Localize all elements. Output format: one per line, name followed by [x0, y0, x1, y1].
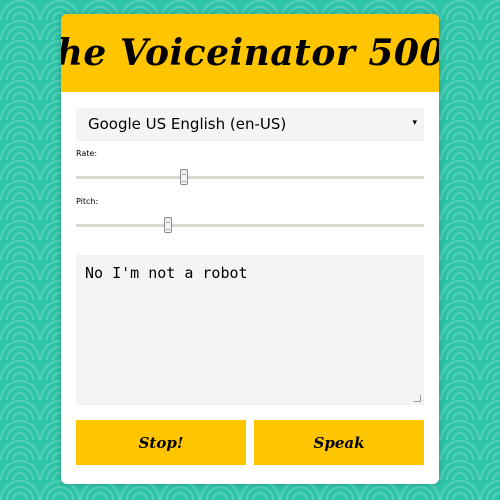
- chevron-down-icon: ▾: [412, 118, 417, 128]
- header: The Voiceinator 5000: [61, 14, 439, 92]
- app-title: The Voiceinator 5000: [61, 32, 439, 74]
- voice-select-value: Google US English (en-US): [88, 115, 287, 133]
- pitch-slider[interactable]: [76, 213, 424, 237]
- rate-slider[interactable]: [76, 165, 424, 189]
- stop-button[interactable]: Stop!: [76, 420, 246, 465]
- controls: Google US English (en-US) ▾ Rate: Pitch:…: [61, 92, 439, 465]
- speech-text-value: No I'm not a robot: [85, 264, 248, 282]
- pitch-label: Pitch:: [76, 197, 99, 206]
- rate-slider-track: [76, 176, 424, 179]
- pitch-slider-track: [76, 224, 424, 227]
- resize-handle-icon[interactable]: [414, 395, 421, 402]
- speech-text-input[interactable]: No I'm not a robot: [76, 255, 424, 405]
- rate-label: Rate:: [76, 149, 98, 158]
- rate-slider-thumb[interactable]: [179, 169, 188, 185]
- pitch-slider-thumb[interactable]: [164, 217, 173, 233]
- speak-button[interactable]: Speak: [254, 420, 424, 465]
- voice-select[interactable]: Google US English (en-US) ▾: [76, 108, 424, 141]
- voiceinator-panel: The Voiceinator 5000 Google US English (…: [61, 14, 439, 484]
- button-row: Stop! Speak: [76, 420, 424, 465]
